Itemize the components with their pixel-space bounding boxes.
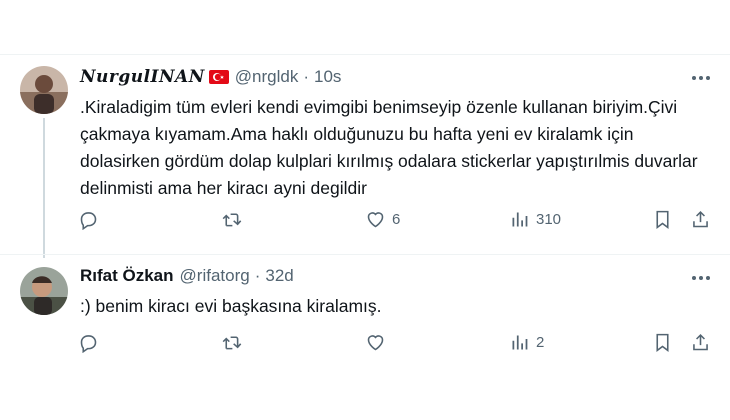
reply-button[interactable] [78,332,99,353]
like-button[interactable]: 6 [365,209,400,230]
display-name[interactable]: NurgulINAN [80,67,205,87]
more-icon[interactable] [692,76,710,80]
heart-icon [367,212,384,228]
view-count: 310 [536,211,562,228]
bookmark-icon [656,210,669,229]
separator-dot: · [254,266,261,285]
like-button[interactable] [365,332,386,353]
reply-icon [80,335,97,353]
action-bar: 2 [78,332,718,356]
separator-dot: · [303,67,310,86]
share-icon [693,333,708,351]
reply-icon [80,212,97,230]
timestamp[interactable]: 32d [265,266,293,286]
tweet-text: .Kiraladigim tüm evleri kendi evimgibi b… [80,97,698,198]
turkey-flag-icon [208,70,229,84]
views-button[interactable]: 2 [509,332,544,353]
share-button[interactable] [690,332,711,353]
like-count: 6 [392,211,401,228]
view-count: 2 [536,334,545,351]
retweet-button[interactable] [221,332,242,353]
retweet-icon [222,213,242,227]
thread-line [43,118,45,258]
views-icon [512,335,528,350]
timestamp[interactable]: 10s [314,67,341,87]
user-handle[interactable]: @nrgldk [235,67,299,87]
share-button[interactable] [690,209,711,230]
tweet-1[interactable]: NurgulINAN @nrgldk · 10s .Kiraladigim tü… [0,54,730,258]
display-name[interactable]: Rıfat Özkan [80,266,174,286]
retweet-button[interactable] [221,209,242,230]
views-icon [512,212,528,227]
tweet-text: :) benim kiracı evi başkasına kiralamış. [80,296,382,316]
top-area [0,0,730,55]
more-icon[interactable] [692,276,710,280]
tweet-header: NurgulINAN @nrgldk · 10s [80,67,341,87]
action-bar: 6 310 [78,209,718,233]
share-icon [693,210,708,228]
bookmark-button[interactable] [652,209,673,230]
tweet-2[interactable]: Rıfat Özkan @rifatorg · 32d :) benim kir… [0,255,730,375]
bookmark-button[interactable] [652,332,673,353]
avatar[interactable] [20,267,68,315]
avatar[interactable] [20,66,68,114]
user-handle[interactable]: @rifatorg [180,266,250,286]
retweet-icon [222,336,242,350]
reply-button[interactable] [78,209,99,230]
tweet-header: Rıfat Özkan @rifatorg · 32d [80,266,294,286]
bookmark-icon [656,333,669,352]
views-button[interactable]: 310 [509,209,561,230]
heart-icon [367,335,384,351]
